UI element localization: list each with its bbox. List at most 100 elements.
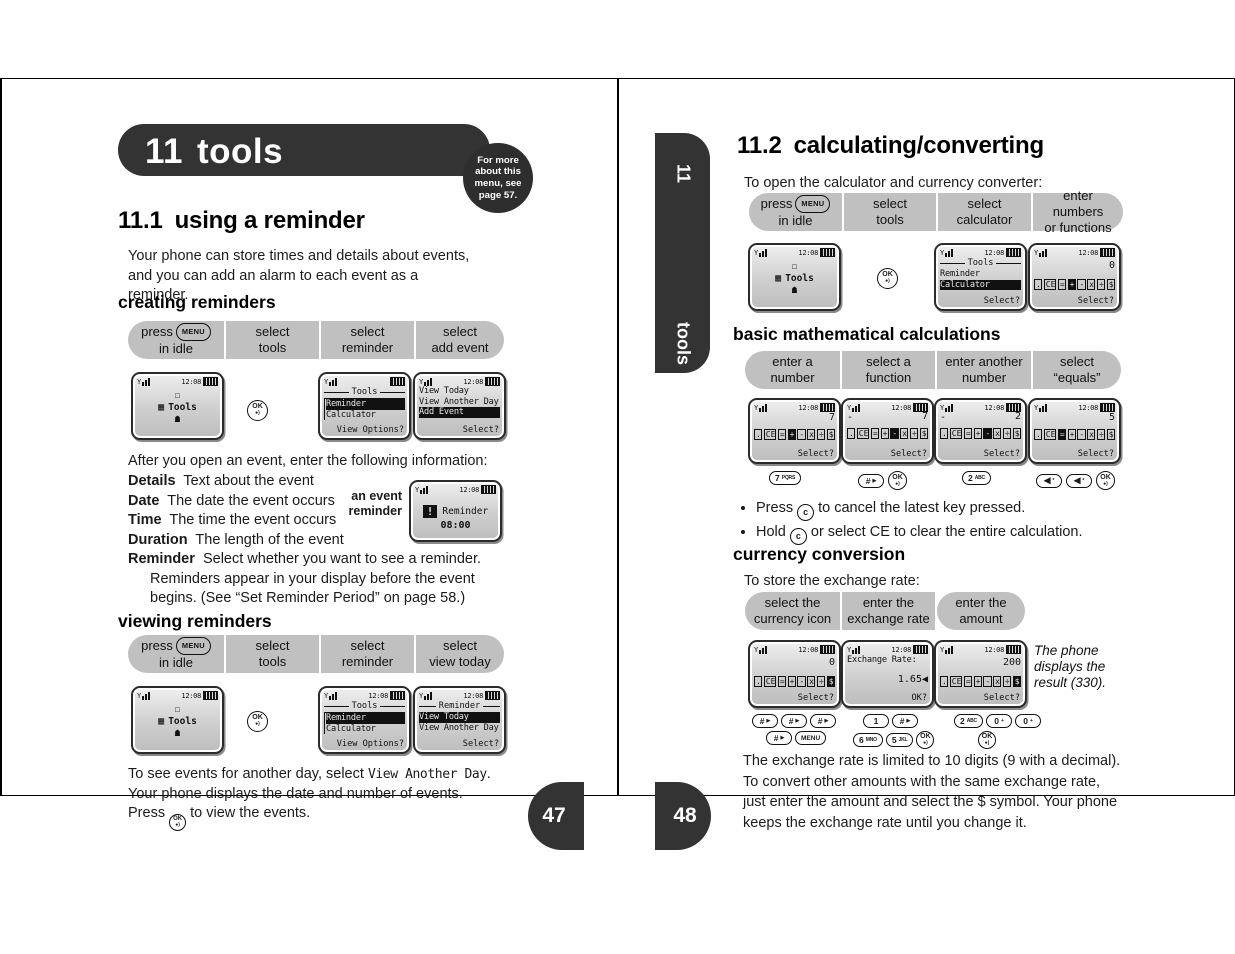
ckey-0-1[interactable]: 0 + [985,714,1012,728]
fn-multiply[interactable]: x [807,676,816,687]
ckey-1[interactable]: 1 [863,714,889,728]
menu-item-view-today-2[interactable]: View Today [419,712,500,723]
ckey-0-2[interactable]: 0 + [1014,714,1041,728]
step2-select-reminder[interactable]: select reminder [321,635,414,673]
menu-item-calculator-2[interactable]: Calculator [326,724,405,735]
fn-ce[interactable]: CE [1043,279,1057,290]
fn-multiply[interactable]: x [1087,279,1096,290]
calc-function-row-3[interactable]: . CE = + - x ÷ $ [940,428,1022,439]
menu-item-add-event-1[interactable]: Add Event [419,407,500,418]
fn-ce[interactable]: CE [949,428,963,439]
menu-item-reminder-3[interactable]: Reminder [940,269,1021,280]
ckey-hash-1[interactable]: # ▶ [752,714,778,728]
softkey-select-3[interactable]: Select? [984,296,1020,306]
step2-select-view-today[interactable]: select view today [416,635,504,673]
softkey-select-8[interactable]: Select? [1078,449,1114,459]
fn-dot[interactable]: . [1034,279,1043,290]
rstep-press-menu[interactable]: press MENU in idle [749,193,842,231]
key-star-2[interactable]: ◀ * [1066,473,1092,488]
fn-equals[interactable]: = [963,428,973,439]
fn-multiply[interactable]: x [993,676,1002,687]
mstep-select-function[interactable]: select a function [842,351,935,389]
fn-ce[interactable]: CE [1043,429,1057,440]
ckey-6[interactable]: 6 MNO [853,733,883,747]
menu-item-calculator-1[interactable]: Calculator [326,410,405,421]
fn-plus[interactable]: + [1067,429,1076,440]
menu-item-view-another-day-2[interactable]: View Another Day [419,723,500,734]
softkey-select-9[interactable]: Select? [798,693,834,703]
fn-minus[interactable]: - [890,428,899,439]
rstep-select-calculator[interactable]: select calculator [938,193,1031,231]
fn-divide[interactable]: ÷ [1096,429,1106,440]
fn-plus[interactable]: + [973,676,982,687]
step2-press-menu[interactable]: press MENU in idle [128,635,224,673]
fn-currency[interactable]: $ [1012,428,1022,439]
menu-item-calculator-3[interactable]: Calculator [940,279,1021,290]
fn-ce[interactable]: CE [763,676,777,687]
fn-dot[interactable]: . [940,676,949,687]
fn-divide[interactable]: ÷ [1002,676,1012,687]
ckey-hash-3[interactable]: # ▶ [810,714,836,728]
fn-minus[interactable]: - [797,676,806,687]
softkey-view-options-2[interactable]: View Options? [337,739,404,749]
ckey-hash-4[interactable]: # ▶ [766,731,792,745]
softkey-view-options-1[interactable]: View Options? [337,425,404,435]
ckey-ok-1[interactable]: OK ●) [916,731,935,749]
cstep-enter-amount[interactable]: enter the amount [937,592,1025,630]
step-press-menu[interactable]: press MENU in idle [128,321,224,359]
fn-ce[interactable]: CE [949,676,963,687]
menu-item-view-another-day-1[interactable]: View Another Day [419,397,500,408]
key-hash[interactable]: # ▶ [858,473,884,488]
softkey-ok[interactable]: OK? [911,693,927,703]
ckey-ok-2[interactable]: OK ●) [978,731,996,749]
currency-function-row-1[interactable]: . CE = + - x ÷ $ [754,676,836,687]
fn-currency[interactable]: $ [1106,429,1116,440]
calc-function-row-4[interactable]: . CE = + - x ÷ $ [1034,429,1116,440]
softkey-select-2[interactable]: Select? [463,739,499,749]
mstep-enter-another[interactable]: enter another number [937,351,1031,389]
currency-function-row-2[interactable]: . CE = + - x ÷ $ [940,676,1022,687]
key-ok-2[interactable]: OK ●) [1096,471,1115,490]
fn-equals[interactable]: = [777,676,787,687]
fn-equals[interactable]: = [1057,279,1067,290]
fn-divide[interactable]: ÷ [816,676,826,687]
softkey-select-10[interactable]: Select? [984,693,1020,703]
fn-dot[interactable]: . [754,429,763,440]
fn-plus[interactable]: + [787,429,796,440]
fn-currency[interactable]: $ [919,428,929,439]
calc-function-row-2[interactable]: . CE = + - x ÷ $ [847,428,929,439]
step-select-add-event[interactable]: select add event [416,321,504,359]
fn-plus[interactable]: + [787,676,796,687]
rstep-select-tools[interactable]: select tools [844,193,936,231]
ckey-hash-5[interactable]: # ▶ [892,714,918,728]
softkey-select-1[interactable]: Select? [463,425,499,435]
fn-currency[interactable]: $ [1012,676,1022,687]
fn-dot[interactable]: . [1034,429,1043,440]
menu-item-view-today-1[interactable]: View Today [419,386,500,397]
fn-multiply[interactable]: x [993,428,1002,439]
rstep-enter-numbers[interactable]: enter numbers or functions [1033,188,1123,235]
step-select-reminder[interactable]: select reminder [321,321,414,359]
fn-multiply[interactable]: x [1087,429,1096,440]
softkey-select-4[interactable]: Select? [1078,296,1114,306]
fn-equals[interactable]: = [963,676,973,687]
softkey-select-7[interactable]: Select? [984,449,1020,459]
fn-plus[interactable]: + [880,428,889,439]
fn-divide[interactable]: ÷ [1096,279,1106,290]
mstep-enter-number[interactable]: enter a number [745,351,840,389]
cstep-select-currency-icon[interactable]: select the currency icon [745,592,840,630]
key-ok[interactable]: OK ●) [888,471,907,490]
fn-dot[interactable]: . [847,428,856,439]
fn-ce[interactable]: CE [856,428,870,439]
calc-function-row-0[interactable]: . CE = + - x ÷ $ [1034,279,1116,290]
softkey-select-6[interactable]: Select? [891,449,927,459]
fn-minus[interactable]: - [983,428,992,439]
fn-divide[interactable]: ÷ [1002,428,1012,439]
fn-currency[interactable]: $ [826,676,836,687]
fn-currency[interactable]: $ [1106,279,1116,290]
fn-divide[interactable]: ÷ [816,429,826,440]
menu-item-reminder-1[interactable]: Reminder [326,399,405,410]
step-select-tools[interactable]: select tools [226,321,319,359]
fn-plus[interactable]: + [973,428,982,439]
fn-plus[interactable]: + [1067,279,1076,290]
